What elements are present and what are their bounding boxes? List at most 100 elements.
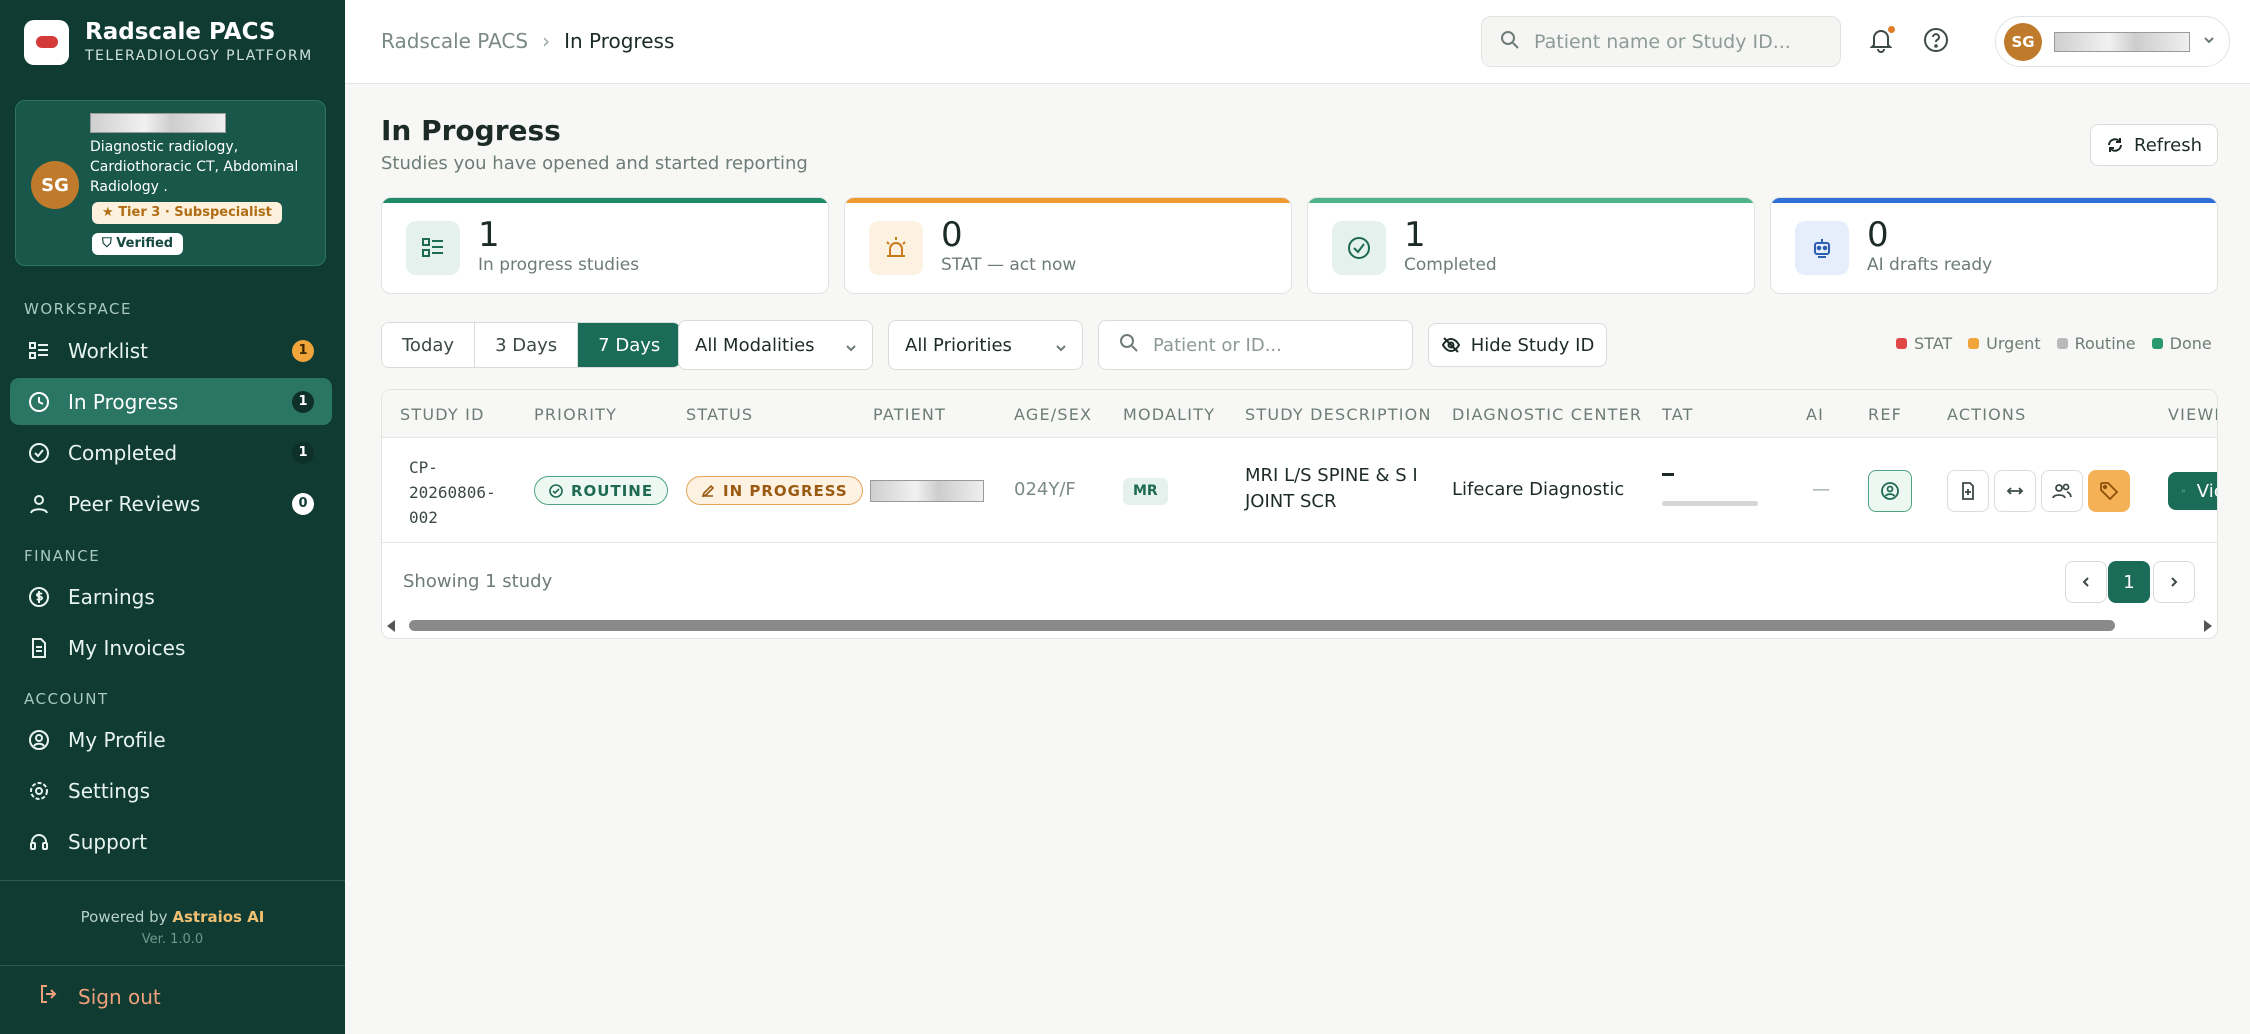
legend-item: Routine: [2056, 334, 2136, 353]
sidebar-item-label: Worklist: [68, 338, 149, 363]
sidebar-item-worklist[interactable]: Worklist 1: [10, 327, 332, 374]
sidebar-item-label: In Progress: [68, 389, 179, 414]
profile-name-redacted: [90, 113, 226, 133]
notification-dot: [1888, 26, 1895, 33]
ai-status: —: [1812, 479, 1830, 500]
peer-review-button[interactable]: [2041, 470, 2083, 512]
document-plus-icon: [1962, 482, 1974, 500]
brand-subtitle: TELERADIOLOGY PLATFORM: [85, 48, 313, 64]
count-badge: 1: [292, 391, 314, 413]
range-today-button[interactable]: Today: [382, 323, 476, 367]
column-header[interactable]: AGE/SEX: [1014, 405, 1092, 424]
patient-name-redacted: [870, 480, 984, 502]
sidebar-item-label: Peer Reviews: [68, 491, 201, 516]
page-button[interactable]: 1: [2108, 561, 2150, 603]
tag-icon: [2100, 482, 2119, 501]
sidebar-item-earnings[interactable]: Earnings: [10, 573, 332, 620]
sidebar-item-my-profile[interactable]: My Profile: [10, 716, 332, 763]
column-header[interactable]: PRIORITY: [534, 405, 617, 424]
sidebar-item-completed[interactable]: Completed 1: [10, 429, 332, 476]
breadcrumb-root[interactable]: Radscale PACS: [381, 29, 528, 53]
stat-card-in-progress: 1 In progress studies: [381, 197, 829, 294]
range-3-days-button[interactable]: 3 Days: [475, 323, 579, 367]
profile-icon: [1881, 482, 1899, 500]
report-button[interactable]: [1947, 470, 1989, 512]
showing-count: Showing 1 study: [403, 571, 553, 592]
chevron-down-icon: [2202, 32, 2216, 51]
table-row[interactable]: CP- 20260806- 002 ROUTINE IN PROGRESS 02…: [382, 439, 2217, 543]
scrollbar-thumb[interactable]: [409, 620, 2115, 631]
modality-select[interactable]: All Modalities: [678, 320, 873, 370]
users-icon: [2052, 483, 2072, 499]
priority-select[interactable]: All Priorities: [888, 320, 1083, 370]
scroll-right-arrow[interactable]: [2204, 620, 2212, 632]
avatar: SG: [2004, 22, 2042, 61]
global-search-input[interactable]: [1534, 30, 1824, 53]
column-header[interactable]: AI: [1806, 405, 1824, 424]
age-sex: 024Y/F: [1014, 479, 1076, 500]
global-search[interactable]: [1481, 16, 1841, 67]
stat-value: 0: [1867, 215, 1889, 255]
sidebar-item-peer-reviews[interactable]: Peer Reviews 0: [10, 480, 332, 527]
version: Ver. 1.0.0: [141, 932, 204, 947]
sidebar-item-support[interactable]: Support: [10, 818, 332, 865]
stat-card-stat: 0 STAT — act now: [844, 197, 1292, 294]
chevron-down-icon: [844, 339, 858, 360]
referrer-button[interactable]: [1868, 470, 1912, 512]
search-icon: [1500, 30, 1520, 54]
user-menu[interactable]: SG: [1995, 16, 2230, 67]
scroll-left-arrow[interactable]: [387, 620, 395, 632]
horizontal-scrollbar[interactable]: [381, 617, 2218, 634]
avatar: SG: [31, 161, 79, 209]
user-name-redacted: [2054, 31, 2190, 52]
hide-study-id-button[interactable]: Hide Study ID: [1428, 323, 1607, 367]
verified-badge: ⛉ Verified: [92, 233, 184, 255]
viewer-button[interactable]: Viewer: [2168, 472, 2217, 510]
legend-item: Done: [2151, 334, 2212, 353]
sidebar-item-settings[interactable]: Settings: [10, 767, 332, 814]
column-header[interactable]: REF: [1868, 405, 1902, 424]
dollar-icon: [28, 586, 50, 608]
edit-icon: [701, 484, 715, 497]
transfer-button[interactable]: [1994, 470, 2036, 512]
stat-value: 1: [1404, 215, 1426, 255]
sidebar-item-label: Settings: [68, 778, 151, 803]
column-header[interactable]: STATUS: [686, 405, 753, 424]
eye-off-icon: [1441, 337, 1460, 353]
user-icon: [28, 493, 50, 515]
help-icon[interactable]: [1922, 26, 1952, 56]
sign-out-button[interactable]: Sign out: [38, 983, 161, 1010]
column-header[interactable]: TAT: [1662, 405, 1694, 424]
robot-icon: [1795, 221, 1849, 275]
scan-icon: [2182, 489, 2185, 493]
column-header[interactable]: ACTIONS: [1947, 405, 2026, 424]
check-circle-icon: [549, 483, 563, 498]
page-subtitle: Studies you have opened and started repo…: [381, 153, 808, 174]
check-circle-icon: [1332, 221, 1386, 275]
column-header[interactable]: PATIENT: [873, 405, 946, 424]
patient-search[interactable]: [1098, 320, 1413, 370]
brand[interactable]: Radscale PACS TELERADIOLOGY PLATFORM: [24, 18, 313, 66]
sidebar-item-label: My Invoices: [68, 635, 186, 660]
brand-logo: [24, 19, 69, 65]
profile-card[interactable]: SG Diagnostic radiology, Cardiothoracic …: [15, 100, 326, 266]
refresh-button[interactable]: Refresh: [2090, 124, 2218, 166]
sidebar-item-in-progress[interactable]: In Progress 1: [10, 378, 332, 425]
tag-button[interactable]: [2088, 470, 2130, 512]
column-header[interactable]: STUDY ID: [400, 405, 485, 424]
column-header[interactable]: STUDY DESCRIPTION: [1245, 405, 1432, 424]
legend-item: STAT: [1896, 334, 1952, 353]
column-header[interactable]: VIEWER: [2168, 405, 2217, 424]
next-page-button[interactable]: [2153, 561, 2195, 603]
studies-table: STUDY ID PRIORITY STATUS PATIENT AGE/SEX…: [381, 389, 2218, 639]
sidebar-item-my-invoices[interactable]: My Invoices: [10, 624, 332, 671]
range-7-days-button[interactable]: 7 Days: [578, 323, 681, 367]
column-header[interactable]: DIAGNOSTIC CENTER: [1452, 405, 1642, 424]
document-icon: [28, 637, 50, 659]
patient-search-input[interactable]: [1153, 334, 1403, 356]
bell-icon[interactable]: [1867, 26, 1897, 56]
prev-page-button[interactable]: [2065, 561, 2107, 603]
arrows-horizontal-icon: [2006, 487, 2024, 495]
stat-label: In progress studies: [478, 255, 640, 275]
column-header[interactable]: MODALITY: [1123, 405, 1215, 424]
